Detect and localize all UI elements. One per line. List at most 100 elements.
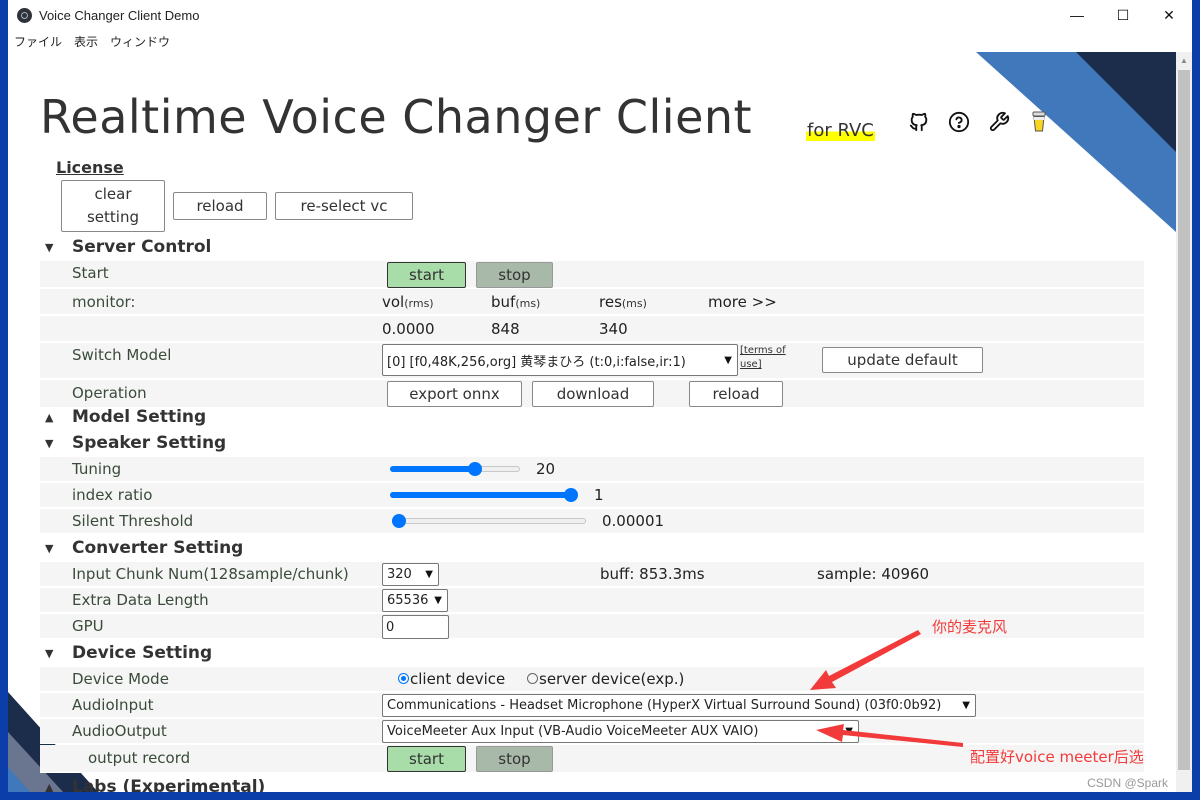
page-content: Realtime Voice Changer Client for RVC Li… xyxy=(8,52,1176,792)
gpu-label: GPU xyxy=(72,617,104,635)
chevron-down-icon: ▼ xyxy=(724,354,732,366)
record-stop-button[interactable]: stop xyxy=(476,746,553,772)
reselect-vc-button[interactable]: re-select vc xyxy=(275,192,413,220)
record-start-button[interactable]: start xyxy=(387,746,466,772)
help-icon[interactable] xyxy=(948,110,970,134)
input-chunk-label: Input Chunk Num(128sample/chunk) xyxy=(72,565,349,583)
clear-setting-button[interactable]: clear setting xyxy=(61,180,165,232)
terms-of-use-link[interactable]: [terms of use] xyxy=(740,344,786,372)
slider-thumb[interactable] xyxy=(467,462,482,476)
maximize-button[interactable]: ☐ xyxy=(1100,0,1146,30)
menu-bar: ファイル 表示 ウィンドウ xyxy=(8,30,182,52)
tuning-slider[interactable] xyxy=(390,461,520,477)
export-onnx-button[interactable]: export onnx xyxy=(387,381,522,407)
vol-unit: (rms) xyxy=(404,297,434,310)
scrollbar-thumb[interactable] xyxy=(1178,70,1190,770)
res-value: 340 xyxy=(599,320,628,338)
slider-fill xyxy=(390,466,475,472)
switch-model-label: Switch Model xyxy=(72,346,172,364)
device-setting-header[interactable]: ▼ Device Setting xyxy=(40,640,212,666)
update-default-button[interactable]: update default xyxy=(822,347,983,373)
input-chunk-row: Input Chunk Num(128sample/chunk) 320 ▼ b… xyxy=(40,562,1144,587)
radio-client-device[interactable]: client device xyxy=(398,670,505,688)
speaker-setting-header[interactable]: ▼ Speaker Setting xyxy=(40,430,226,456)
radio-server-device[interactable]: server device(exp.) xyxy=(527,670,684,688)
server-stop-button[interactable]: stop xyxy=(476,262,553,288)
input-chunk-select[interactable]: 320 ▼ xyxy=(382,563,439,586)
menu-file[interactable]: ファイル xyxy=(14,33,62,50)
extra-data-select[interactable]: 65536 ▼ xyxy=(382,589,448,612)
menu-window[interactable]: ウィンドウ xyxy=(110,33,170,50)
extra-data-label: Extra Data Length xyxy=(72,591,209,609)
model-setting-header[interactable]: ▲ Model Setting xyxy=(40,404,206,430)
clear-setting-label-line2: setting xyxy=(86,208,139,226)
slider-thumb[interactable] xyxy=(564,488,578,502)
minimize-button[interactable]: — xyxy=(1054,0,1100,30)
more-link[interactable]: more >> xyxy=(708,293,777,311)
vol-value: 0.0000 xyxy=(382,320,435,338)
section-title: Device Setting xyxy=(72,643,213,663)
section-title: Converter Setting xyxy=(72,538,244,558)
voicemeeter-annotation: 配置好voice meeter后选 xyxy=(970,748,1144,766)
section-title: Speaker Setting xyxy=(72,433,227,453)
close-button[interactable]: ✕ xyxy=(1146,0,1192,30)
server-control-header[interactable]: ▼ Server Control xyxy=(40,234,211,260)
vertical-scrollbar[interactable]: ▲ xyxy=(1176,52,1192,792)
section-title: Server Control xyxy=(72,237,212,257)
collapse-triangle-icon: ▲ xyxy=(45,780,54,793)
download-button[interactable]: download xyxy=(532,381,654,407)
scroll-up-arrow-icon[interactable]: ▲ xyxy=(1176,52,1192,68)
server-start-button[interactable]: start xyxy=(387,262,466,288)
input-chunk-value: 320 xyxy=(387,567,412,582)
silent-threshold-value: 0.00001 xyxy=(602,512,665,530)
section-title: Model Setting xyxy=(72,407,207,427)
monitor-values-row: 0.0000 848 340 xyxy=(40,316,1144,342)
gpu-input[interactable]: 0 xyxy=(382,615,449,639)
watermark: CSDN @Spark xyxy=(1087,776,1168,790)
chevron-down-icon: ▼ xyxy=(434,595,442,606)
silent-threshold-slider[interactable] xyxy=(392,513,586,529)
slider-track xyxy=(392,518,586,524)
corner-decoration-top-right xyxy=(976,52,1176,232)
tuning-label: Tuning xyxy=(72,460,122,478)
license-link[interactable]: License xyxy=(56,158,124,177)
model-reload-button[interactable]: reload xyxy=(689,381,783,407)
buf-value: 848 xyxy=(491,320,520,338)
res-header: res(ms) xyxy=(599,293,647,311)
buff-readout: buff: 853.3ms xyxy=(600,565,705,583)
tuning-value: 20 xyxy=(536,460,556,478)
converter-setting-header[interactable]: ▼ Converter Setting xyxy=(40,535,243,561)
section-title: Labs (Experimental) xyxy=(72,777,266,792)
silent-threshold-row: Silent Threshold 0.00001 xyxy=(40,509,1144,534)
device-mode-label: Device Mode xyxy=(72,670,169,688)
model-select[interactable]: [0] [f0,48K,256,org] 黄琴まひろ (t:0,i:false,… xyxy=(382,344,738,376)
github-icon[interactable] xyxy=(908,110,930,134)
page-title: Realtime Voice Changer Client xyxy=(40,90,753,144)
labs-header[interactable]: ▲ Labs (Experimental) xyxy=(40,774,265,792)
radio-server-label: server device(exp.) xyxy=(539,670,685,688)
buf-header: buf(ms) xyxy=(491,293,540,311)
coffee-icon[interactable] xyxy=(1028,110,1050,134)
vol-label: vol xyxy=(382,293,405,311)
window-title: Voice Changer Client Demo xyxy=(39,7,200,23)
reload-button[interactable]: reload xyxy=(173,192,267,220)
switch-model-row: Switch Model [0] [f0,48K,256,org] 黄琴まひろ … xyxy=(40,343,1144,379)
terms-line1: [terms of xyxy=(740,345,786,356)
menu-view[interactable]: 表示 xyxy=(74,33,98,50)
output-record-label: output record xyxy=(88,749,191,767)
buf-unit: (ms) xyxy=(515,297,541,310)
audio-output-value: VoiceMeeter Aux Input (VB-Audio VoiceMee… xyxy=(387,724,759,739)
model-select-value: [0] [f0,48K,256,org] 黄琴まひろ (t:0,i:false,… xyxy=(387,354,686,370)
radio-client-label: client device xyxy=(410,670,506,688)
buf-label: buf xyxy=(491,293,516,311)
audio-input-label: AudioInput xyxy=(72,696,154,714)
mic-arrow xyxy=(810,630,921,690)
index-ratio-row: index ratio 1 xyxy=(40,483,1144,508)
wrench-icon[interactable] xyxy=(988,110,1010,134)
slider-thumb[interactable] xyxy=(392,514,406,528)
chevron-down-icon: ▼ xyxy=(425,569,433,580)
index-ratio-slider[interactable] xyxy=(390,487,578,503)
radio-unchecked-icon xyxy=(527,673,538,684)
extra-data-value: 65536 xyxy=(387,593,429,608)
res-label: res xyxy=(599,293,622,311)
